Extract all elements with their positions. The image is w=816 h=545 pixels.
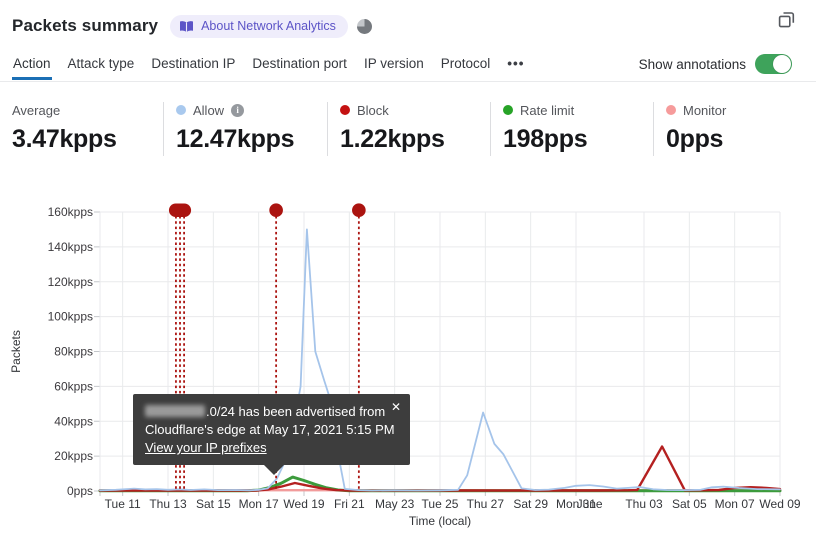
stat-label: Rate limit	[520, 102, 575, 118]
stat-value: 1.22kpps	[340, 125, 445, 153]
tab-more[interactable]: •••	[506, 50, 525, 80]
pie-icon[interactable]	[356, 18, 372, 34]
x-tick-label: May 23	[375, 497, 415, 511]
y-tick-label: 160kpps	[48, 205, 93, 219]
show-annotations-toggle[interactable]	[755, 54, 792, 74]
packets-chart: 0pps 20kpps 40kpps 60kpps 80kpps 100kpps 120kp…	[0, 185, 816, 545]
legend-dot-rate-limit	[503, 105, 513, 115]
tabs-row: Action Attack type Destination IP Destinati…	[0, 50, 816, 82]
x-tick-label: Sat 15	[196, 497, 231, 511]
tab-protocol[interactable]: Protocol	[440, 50, 492, 80]
tab-attack-type[interactable]: Attack type	[67, 50, 136, 80]
stat-value: 0pps	[666, 125, 724, 153]
x-tick-label: Thu 03	[625, 497, 663, 511]
stat-rate-limit: Rate limit 198pps	[503, 102, 588, 154]
tooltip-line-2: Cloudflare's edge at May 17, 2021 5:15 P…	[145, 422, 395, 437]
y-tick-label: 140kpps	[48, 240, 93, 254]
chart-svg: 0pps 20kpps 40kpps 60kpps 80kpps 100kpps 120kp…	[9, 203, 801, 528]
x-axis-title: Time (local)	[409, 514, 471, 528]
book-icon	[180, 20, 194, 32]
legend-dot-monitor	[666, 105, 676, 115]
y-tick-label: 100kpps	[48, 310, 93, 324]
x-tick-label: Wed 19	[283, 497, 324, 511]
tab-list: Action Attack type Destination IP Destinati…	[12, 50, 525, 80]
annotation-dot[interactable]	[269, 203, 283, 217]
annotation-dot[interactable]	[352, 203, 366, 217]
annotation-dot-group[interactable]	[168, 203, 192, 218]
view-ip-prefixes-link[interactable]: View your IP prefixes	[145, 440, 267, 455]
stat-block: Block 1.22kpps	[340, 102, 445, 154]
x-tick-label: Mon 17	[239, 497, 279, 511]
y-tick-label: 60kpps	[54, 379, 93, 393]
badge-label: About Network Analytics	[201, 19, 336, 33]
copy-icon[interactable]	[777, 10, 796, 34]
x-tick-label: Sat 05	[672, 497, 707, 511]
show-annotations-label: Show annotations	[638, 56, 746, 72]
stat-monitor: Monitor 0pps	[666, 102, 726, 154]
stat-label: Block	[357, 102, 389, 118]
y-axis-title: Packets	[9, 330, 23, 373]
packets-summary-panel: Packets summary About Network Analytics …	[0, 0, 816, 545]
toggle-knob	[773, 55, 791, 73]
y-tick-label: 120kpps	[48, 275, 93, 289]
stat-divider	[163, 102, 164, 156]
stat-label: Allow	[193, 102, 225, 118]
stat-average: Average 3.47kpps	[12, 102, 117, 154]
tab-action[interactable]: Action	[12, 50, 52, 80]
tooltip-arrow	[264, 465, 284, 475]
x-tick-label: Wed 09	[759, 497, 800, 511]
page-title: Packets summary	[12, 16, 159, 35]
stat-divider	[653, 102, 654, 156]
about-network-analytics-badge[interactable]: About Network Analytics	[170, 14, 348, 38]
stats-row: Average 3.47kpps Allow i 12.47kpps Block 1.22k…	[0, 100, 816, 160]
legend-dot-block	[340, 105, 350, 115]
legend-dot-allow	[176, 105, 186, 115]
info-icon[interactable]: i	[231, 103, 245, 117]
stat-divider	[327, 102, 328, 156]
x-tick-label: Thu 13	[149, 497, 187, 511]
tab-ip-version[interactable]: IP version	[363, 50, 425, 80]
stat-value: 3.47kpps	[12, 125, 117, 153]
x-tick-label: Fri 21	[334, 497, 365, 511]
x-tick-label: June	[577, 497, 603, 511]
x-tick-label: Mon 07	[715, 497, 755, 511]
stat-label: Average	[12, 102, 61, 118]
annotation-tooltip: .0/24 has been advertised from Cloudflar…	[133, 394, 410, 475]
stat-divider	[490, 102, 491, 156]
x-tick-label: Tue 11	[105, 497, 141, 511]
tab-destination-port[interactable]: Destination port	[251, 50, 348, 80]
x-tick-label: Tue 25	[422, 497, 459, 511]
stat-value: 12.47kpps	[176, 125, 295, 153]
redacted-ip-prefix	[145, 405, 205, 417]
y-tick-label: 20kpps	[54, 449, 93, 463]
stat-label: Monitor	[683, 102, 727, 118]
panel-header: Packets summary About Network Analytics	[12, 12, 804, 40]
x-tick-label: Thu 27	[467, 497, 505, 511]
stat-value: 198pps	[503, 125, 588, 153]
y-tick-label: 0pps	[67, 484, 93, 498]
tab-destination-ip[interactable]: Destination IP	[150, 50, 236, 80]
y-tick-label: 40kpps	[54, 414, 93, 428]
tooltip-close-icon[interactable]: ✕	[391, 398, 401, 416]
show-annotations-control: Show annotations	[639, 54, 792, 74]
tooltip-line-1: .0/24 has been advertised from	[145, 403, 398, 421]
stat-allow: Allow i 12.47kpps	[176, 102, 295, 154]
y-tick-label: 80kpps	[54, 345, 93, 359]
x-tick-label: Sat 29	[513, 497, 548, 511]
